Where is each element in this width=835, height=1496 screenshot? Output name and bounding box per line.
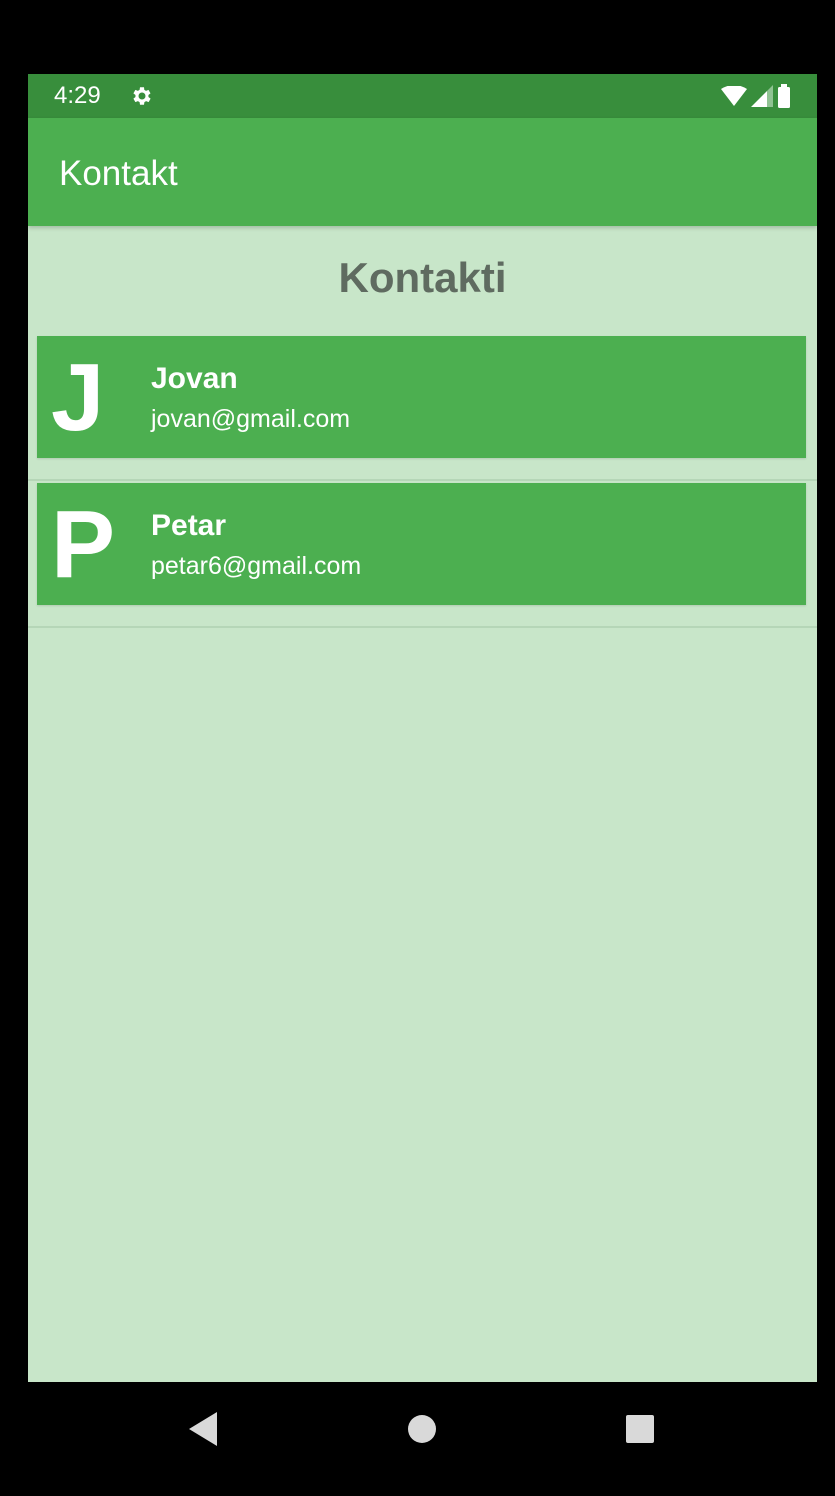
contact-card-jovan[interactable]: J Jovan jovan@gmail.com (37, 336, 806, 458)
gear-icon (133, 87, 151, 105)
app-title: Kontakt (59, 154, 178, 193)
recents-button[interactable] (615, 1404, 665, 1454)
app-bar: Kontakt (28, 118, 817, 226)
status-indicators (721, 84, 791, 108)
app-screen: 4:29 Kontakt Kontakti J Jovan jovan@gmai… (28, 74, 817, 1382)
contact-initial: P (51, 491, 116, 598)
signal-icon (751, 85, 773, 107)
recents-icon (626, 1415, 654, 1443)
back-button[interactable] (178, 1404, 228, 1454)
home-button[interactable] (397, 1404, 447, 1454)
status-time: 4:29 (54, 82, 101, 109)
back-icon (189, 1412, 217, 1446)
list-item[interactable]: P Petar petar6@gmail.com (28, 481, 817, 628)
contact-email: petar6@gmail.com (151, 552, 362, 580)
status-bar: 4:29 (28, 74, 817, 118)
wifi-icon (721, 86, 747, 106)
contact-email: jovan@gmail.com (151, 405, 351, 433)
navigation-bar (0, 1382, 835, 1472)
contact-card-petar[interactable]: P Petar petar6@gmail.com (37, 483, 806, 605)
list-item[interactable]: J Jovan jovan@gmail.com (28, 334, 817, 481)
home-icon (408, 1415, 436, 1443)
page-title: Kontakti (338, 254, 507, 301)
contact-list: J Jovan jovan@gmail.com P Petar petar6@g… (28, 334, 817, 628)
contact-name: Jovan (151, 362, 238, 395)
battery-icon (778, 84, 790, 108)
device-frame: 4:29 Kontakt Kontakti J Jovan jovan@gmai… (0, 0, 835, 1496)
contact-name: Petar (151, 509, 227, 542)
contact-initial: J (51, 344, 105, 451)
